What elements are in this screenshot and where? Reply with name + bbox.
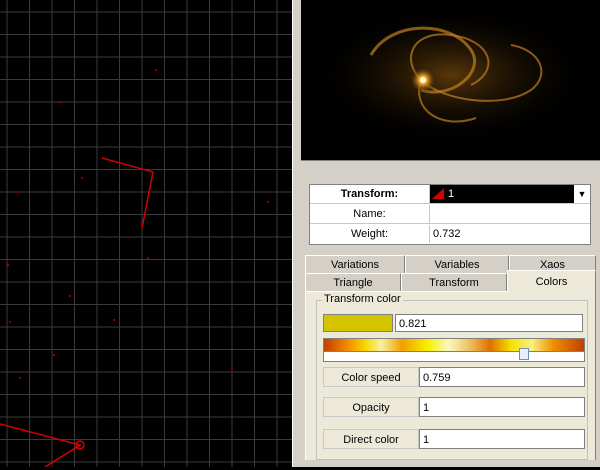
grid-svg [0, 0, 292, 468]
direct-color-field[interactable]: 1 [419, 429, 585, 449]
transform-select-value: 1 [448, 188, 455, 200]
triangle-outline[interactable] [0, 157, 154, 468]
weight-row: Weight: 0.732 [310, 225, 590, 244]
direct-color-label: Direct color [323, 429, 419, 449]
color-speed-field[interactable]: 0.759 [419, 367, 585, 387]
tab-transform[interactable]: Transform [401, 273, 507, 291]
tab-variations[interactable]: Variations [305, 255, 405, 273]
color-speed-row: Color speed 0.759 [323, 367, 585, 387]
transform-property-grid: Transform: 1 ▼ Name: Weight: 0.732 [309, 184, 591, 245]
transform-row: Transform: 1 ▼ [310, 185, 590, 204]
flame-preview-image [301, 0, 600, 160]
status-strip [301, 460, 600, 467]
transform-color-title: Transform color [322, 293, 403, 305]
right-panel: Transform: 1 ▼ Name: Weight: 0.732 Varia… [301, 0, 600, 467]
colors-tab-page: Transform color 0.821 Color speed 0.759 … [305, 291, 596, 467]
preview-border [301, 160, 600, 172]
color-swatch[interactable] [323, 314, 393, 332]
color-slider-thumb[interactable] [519, 348, 529, 360]
transform-color-group: Transform color 0.821 Color speed 0.759 … [316, 293, 588, 460]
transform-select[interactable]: 1 ▼ [430, 185, 590, 203]
color-slider-track[interactable] [323, 348, 585, 362]
flame-preview [301, 0, 600, 160]
name-label: Name: [310, 205, 430, 223]
direct-color-row: Direct color 1 [323, 429, 585, 449]
tab-triangle[interactable]: Triangle [305, 273, 401, 291]
scatter-dots [7, 69, 269, 379]
weight-field[interactable]: 0.732 [430, 225, 590, 243]
panel-splitter[interactable] [292, 0, 301, 467]
tab-variables[interactable]: Variables [405, 255, 509, 273]
opacity-field[interactable]: 1 [419, 397, 585, 417]
color-speed-label: Color speed [323, 367, 419, 387]
grid-lines [0, 0, 292, 467]
tab-colors[interactable]: Colors [507, 270, 596, 292]
chevron-down-icon[interactable]: ▼ [574, 185, 590, 203]
opacity-label: Opacity [323, 397, 419, 417]
triangle-editor-canvas[interactable] [0, 0, 292, 468]
opacity-row: Opacity 1 [323, 397, 585, 417]
weight-label: Weight: [310, 225, 430, 243]
color-gradient-bar[interactable] [323, 338, 585, 352]
red-triangle-icon [432, 188, 444, 199]
color-value-field[interactable]: 0.821 [395, 314, 583, 332]
name-field[interactable] [430, 205, 590, 223]
transform-label: Transform: [310, 185, 430, 203]
name-row: Name: [310, 205, 590, 224]
